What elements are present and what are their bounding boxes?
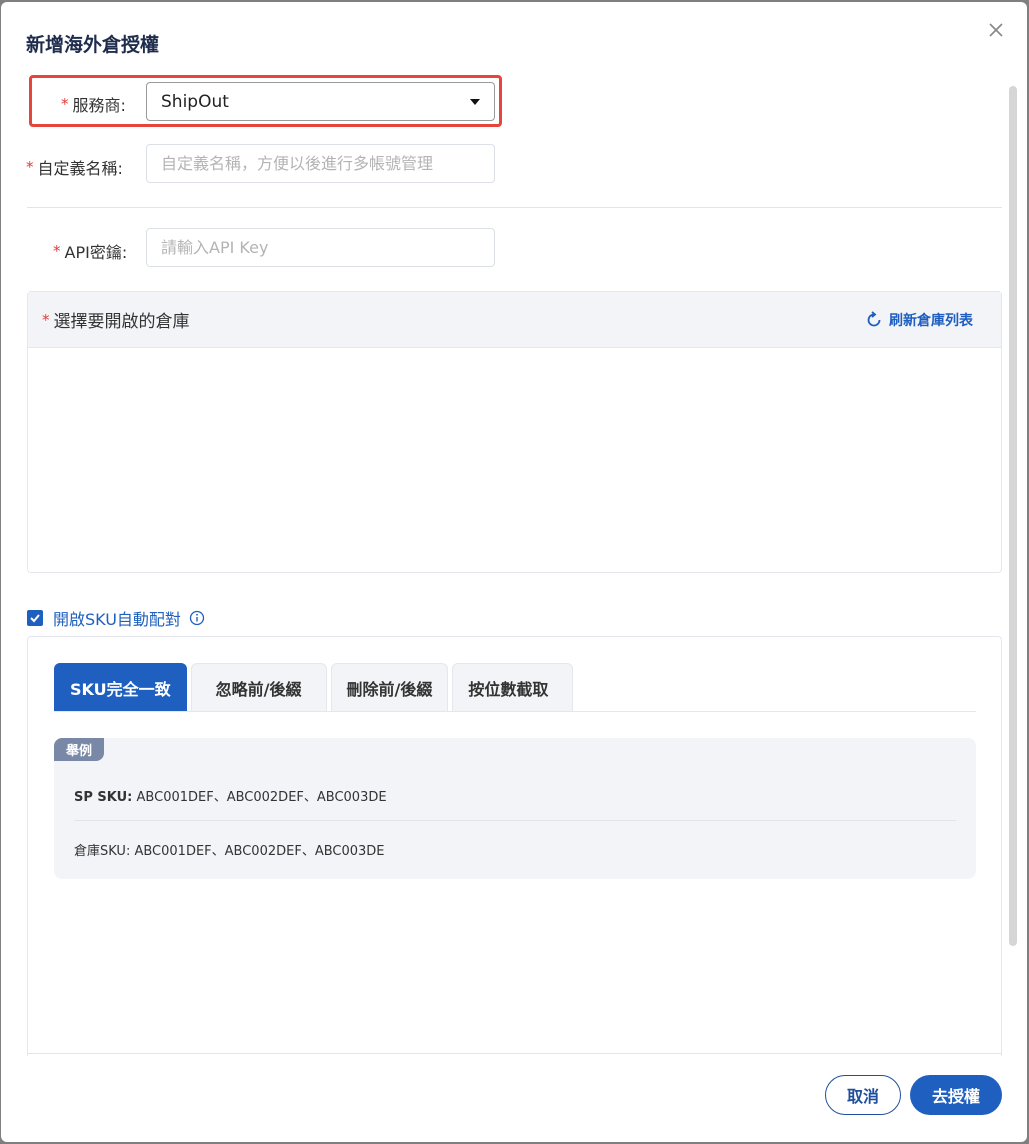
caret-down-icon (470, 98, 480, 105)
tab-truncate-by-digits[interactable]: 按位數截取 (452, 663, 574, 711)
required-mark: * (26, 158, 34, 176)
api-key-label-group: * API密鑰: (53, 239, 127, 263)
footer-divider (27, 1053, 1002, 1054)
sku-match-panel: SKU完全一致 忽略前/後綴 刪除前/後綴 按位數截取 舉例 SP SKU: A… (27, 636, 1002, 1056)
provider-select-value: ShipOut (161, 91, 229, 112)
warehouse-sku-label: 倉庫SKU: (74, 844, 131, 859)
info-icon[interactable] (189, 610, 205, 626)
sku-auto-match-checkbox[interactable] (27, 610, 43, 626)
provider-select[interactable]: ShipOut (146, 82, 495, 121)
required-mark: * (53, 242, 61, 260)
authorize-dialog: 新增海外倉授權 * 服務商: ShipOut * 自定義名稱: * API密鑰:… (1, 2, 1027, 1142)
warehouse-sku-value: ABC001DEF、ABC002DEF、ABC003DE (134, 844, 385, 859)
sp-sku-label: SP SKU: (74, 790, 133, 805)
warehouse-list (28, 348, 1001, 573)
scrollbar[interactable] (1009, 86, 1017, 946)
sku-auto-match-toggle[interactable]: 開啟SKU自動配對 (27, 606, 205, 630)
tab-sku-exact-match[interactable]: SKU完全一致 (54, 663, 187, 711)
warehouse-title: 選擇要開啟的倉庫 (53, 312, 190, 332)
refresh-warehouse-button[interactable]: 刷新倉庫列表 (865, 310, 973, 330)
authorize-button[interactable]: 去授權 (910, 1075, 1002, 1115)
warehouse-panel-header: * 選擇要開啟的倉庫 刷新倉庫列表 (28, 292, 1001, 348)
close-icon[interactable] (986, 20, 1006, 40)
api-key-label: API密鑰: (64, 243, 128, 262)
provider-label: 服務商: (72, 96, 126, 115)
example-card: 舉例 SP SKU: ABC001DEF、ABC002DEF、ABC003DE … (54, 738, 976, 879)
warehouse-sku-example: 倉庫SKU: ABC001DEF、ABC002DEF、ABC003DE (74, 840, 385, 859)
tab-ignore-affix[interactable]: 忽略前/後綴 (190, 663, 327, 711)
example-divider (74, 820, 956, 821)
sp-sku-value: ABC001DEF、ABC002DEF、ABC003DE (136, 790, 387, 805)
provider-label-group: * 服務商: (61, 92, 126, 116)
required-mark: * (42, 310, 50, 329)
api-key-input[interactable] (146, 228, 495, 267)
cancel-button[interactable]: 取消 (825, 1075, 901, 1115)
sp-sku-example: SP SKU: ABC001DEF、ABC002DEF、ABC003DE (74, 786, 387, 805)
example-badge: 舉例 (54, 738, 104, 761)
sku-auto-match-label: 開啟SKU自動配對 (53, 610, 181, 629)
tab-delete-affix[interactable]: 刪除前/後綴 (330, 663, 449, 711)
sku-match-tabs: SKU完全一致 忽略前/後綴 刪除前/後綴 按位數截取 (54, 663, 976, 712)
custom-name-label-group: * 自定義名稱: (26, 155, 123, 179)
section-divider (27, 207, 1002, 208)
refresh-icon (867, 310, 881, 326)
warehouse-panel: * 選擇要開啟的倉庫 刷新倉庫列表 (27, 291, 1002, 573)
custom-name-input[interactable] (146, 144, 495, 183)
refresh-warehouse-label: 刷新倉庫列表 (889, 312, 973, 329)
dialog-title: 新增海外倉授權 (26, 34, 160, 56)
required-mark: * (61, 95, 69, 113)
check-icon (30, 614, 40, 623)
custom-name-label: 自定義名稱: (37, 159, 123, 178)
